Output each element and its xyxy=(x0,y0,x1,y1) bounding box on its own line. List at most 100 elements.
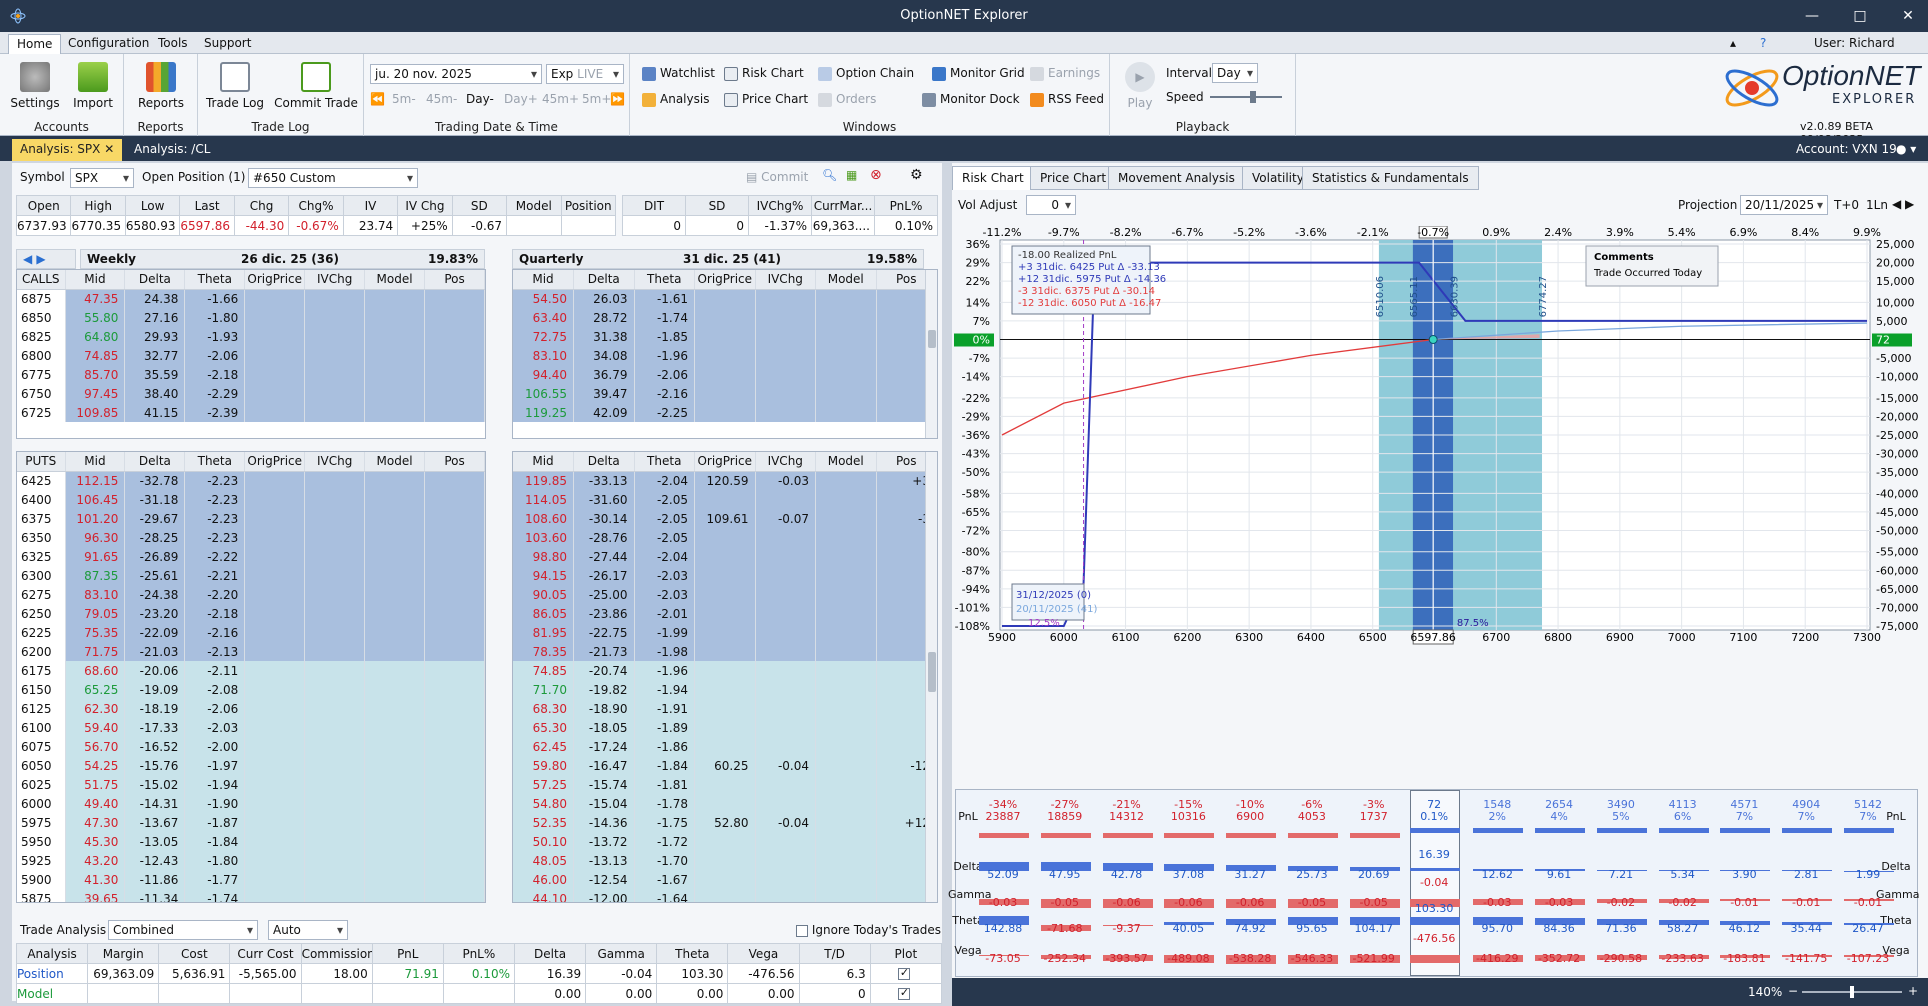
chain-row[interactable]: 6800 74.85 32.77 -2.06 xyxy=(17,346,485,365)
collapse-ribbon-icon[interactable]: ▴ xyxy=(1722,34,1744,54)
menu-configuration[interactable]: Configuration xyxy=(60,34,157,54)
step-5m-back[interactable]: 5m- xyxy=(392,90,416,108)
option-chain-button[interactable]: Option Chain xyxy=(818,64,914,82)
plot-checkbox[interactable] xyxy=(869,963,943,984)
step-5m-forward[interactable]: 5m+ xyxy=(582,90,611,108)
symbol-select[interactable]: SPX xyxy=(70,168,134,188)
step-day-forward[interactable]: Day+ xyxy=(504,90,538,108)
chain-row[interactable]: 46.00 -12.54 -1.67 xyxy=(513,870,937,889)
menu-home[interactable]: Home xyxy=(8,34,62,54)
trade-mode-select[interactable]: Combined xyxy=(108,920,258,940)
chain-row[interactable]: 6125 62.30 -18.19 -2.06 xyxy=(17,699,485,718)
chain-row[interactable]: 59.80 -16.47 -1.84 60.25 -0.04 -12 xyxy=(513,756,937,775)
expiry-live-toggle[interactable]: Exp LIVE xyxy=(546,64,624,84)
chain-row[interactable]: 106.55 39.47 -2.16 xyxy=(513,384,937,403)
quarterly-puts-grid[interactable]: Mid Delta Theta OrigPrice IVChg Model Pos 119.8… xyxy=(512,451,938,903)
puts-scrollbar[interactable] xyxy=(925,452,937,902)
chain-row[interactable]: 6250 79.05 -23.20 -2.18 xyxy=(17,604,485,623)
reports-button[interactable]: Reports xyxy=(132,62,190,110)
close-icon[interactable]: ✕ xyxy=(1888,6,1928,26)
chain-row[interactable]: 6725 109.85 41.15 -2.39 xyxy=(17,403,485,422)
chain-row[interactable]: 6850 55.80 27.16 -1.80 xyxy=(17,308,485,327)
step-back-icon[interactable]: ⏪ xyxy=(370,90,385,108)
chain-row[interactable]: 6050 54.25 -15.76 -1.97 xyxy=(17,756,485,775)
chain-row[interactable]: 6175 68.60 -20.06 -2.11 xyxy=(17,661,485,680)
chain-row[interactable]: 63.40 28.72 -1.74 xyxy=(513,308,937,327)
chain-row[interactable]: 6000 49.40 -14.31 -1.90 xyxy=(17,794,485,813)
chain-row[interactable]: 44.10 -12.00 -1.64 xyxy=(513,889,937,902)
chain-row[interactable]: 5950 45.30 -13.05 -1.84 xyxy=(17,832,485,851)
trade-log-button[interactable]: Trade Log xyxy=(204,62,266,110)
chain-row[interactable]: 6075 56.70 -16.52 -2.00 xyxy=(17,737,485,756)
risk-chart-button[interactable]: Risk Chart xyxy=(724,64,804,82)
step-day-back[interactable]: Day- xyxy=(466,90,494,108)
commit-button[interactable]: ▤ Commit xyxy=(746,170,808,184)
t0-label[interactable]: T+0 xyxy=(1834,198,1859,212)
tab-analysis-spx[interactable]: Analysis: SPX ✕ xyxy=(12,139,123,161)
chain-row[interactable]: 6100 59.40 -17.33 -2.03 xyxy=(17,718,485,737)
watchlist-button[interactable]: Watchlist xyxy=(642,64,715,82)
magnifier-icon[interactable]: 🔍︎ xyxy=(822,168,837,182)
chain-row[interactable]: 72.75 31.38 -1.85 xyxy=(513,327,937,346)
chain-row[interactable]: 103.60 -28.76 -2.05 xyxy=(513,528,937,547)
open-position-select[interactable]: #650 Custom xyxy=(248,168,418,188)
analysis-button[interactable]: Analysis xyxy=(642,90,709,108)
menu-support[interactable]: Support xyxy=(196,34,259,54)
current-price-point[interactable] xyxy=(1428,335,1438,344)
trade-cell[interactable]: Model xyxy=(15,983,89,1004)
earnings-button[interactable]: Earnings xyxy=(1030,64,1100,82)
tab-risk-chart[interactable]: Risk Chart xyxy=(952,166,1034,190)
chain-row[interactable]: 6425 112.15 -32.78 -2.23 xyxy=(17,471,485,490)
tab-movement-analysis[interactable]: Movement Analysis xyxy=(1108,166,1245,190)
step-forward-icon[interactable]: ⏩ xyxy=(610,90,625,108)
chain-row[interactable]: 6275 83.10 -24.38 -2.20 xyxy=(17,585,485,604)
chain-row[interactable]: 6350 96.30 -28.25 -2.23 xyxy=(17,528,485,547)
chain-row[interactable]: 68.30 -18.90 -1.91 xyxy=(513,699,937,718)
chain-row[interactable]: 119.85 -33.13 -2.04 120.59 -0.03 +3 xyxy=(513,471,937,490)
close-tab-icon[interactable]: ✕ xyxy=(104,142,114,156)
monitor-dock-button[interactable]: Monitor Dock xyxy=(922,90,1020,108)
chain-row[interactable]: 6150 65.25 -19.09 -2.08 xyxy=(17,680,485,699)
chain-row[interactable]: 94.15 -26.17 -2.03 xyxy=(513,566,937,585)
chain-row[interactable]: 6825 64.80 29.93 -1.93 xyxy=(17,327,485,346)
risk-chart[interactable]: -11.2% -9.7% -8.2% -6.7% -5.2% -3.6% -2.1% -0.7… xyxy=(952,225,1928,786)
vol-adjust-input[interactable]: 0 xyxy=(1026,195,1076,215)
projection-nav-icons[interactable]: ◀ ▶ xyxy=(1892,197,1914,211)
minimize-icon[interactable]: — xyxy=(1792,6,1832,26)
chain-row[interactable]: 6300 87.35 -25.61 -2.21 xyxy=(17,566,485,585)
tab-price-chart[interactable]: Price Chart xyxy=(1030,166,1117,190)
tab-statistics[interactable]: Statistics & Fundamentals xyxy=(1302,166,1479,190)
chain-row[interactable]: 54.80 -15.04 -1.78 xyxy=(513,794,937,813)
zoom-in-icon[interactable]: + xyxy=(1908,984,1918,998)
chain-row[interactable]: 114.05 -31.60 -2.05 xyxy=(513,490,937,509)
grid-add-icon[interactable]: ▦ xyxy=(846,168,857,182)
step-45m-forward[interactable]: 45m+ xyxy=(542,90,579,108)
chain-row[interactable]: 52.35 -14.36 -1.75 52.80 -0.04 +12 xyxy=(513,813,937,832)
chain-row[interactable]: 54.50 26.03 -1.61 xyxy=(513,289,937,308)
chain-row[interactable]: 6750 97.45 38.40 -2.29 xyxy=(17,384,485,403)
delete-icon[interactable]: ⊗ xyxy=(870,167,882,183)
chain-row[interactable]: 98.80 -27.44 -2.04 xyxy=(513,547,937,566)
auto-select[interactable]: Auto xyxy=(268,920,348,940)
chain-row[interactable]: 5975 47.30 -13.67 -1.87 xyxy=(17,813,485,832)
chain-row[interactable]: 6775 85.70 35.59 -2.18 xyxy=(17,365,485,384)
trade-cell[interactable]: Position xyxy=(15,963,89,984)
commit-trade-button[interactable]: Commit Trade xyxy=(272,62,360,110)
interval-select[interactable]: Day xyxy=(1212,63,1258,83)
chain-row[interactable]: 6400 106.45 -31.18 -2.23 xyxy=(17,490,485,509)
zoom-slider-thumb[interactable] xyxy=(1850,986,1854,998)
price-chart-button[interactable]: Price Chart xyxy=(724,90,808,108)
quarterly-calls-grid[interactable]: Mid Delta Theta OrigPrice IVChg Model Pos 54.50… xyxy=(512,269,938,439)
speed-slider[interactable] xyxy=(1210,88,1282,106)
menu-tools[interactable]: Tools xyxy=(150,34,196,54)
orders-button[interactable]: Orders xyxy=(818,90,876,108)
maximize-icon[interactable]: □ xyxy=(1840,6,1880,26)
chain-row[interactable]: 6325 91.65 -26.89 -2.22 xyxy=(17,547,485,566)
chain-row[interactable]: 6225 75.35 -22.09 -2.16 xyxy=(17,623,485,642)
calls-scrollbar[interactable] xyxy=(925,270,937,438)
zoom-out-icon[interactable]: − xyxy=(1788,984,1798,998)
chain-row[interactable]: 57.25 -15.74 -1.81 xyxy=(513,775,937,794)
chain-row[interactable]: 71.70 -19.82 -1.94 xyxy=(513,680,937,699)
gear-icon[interactable]: ⚙ xyxy=(910,167,923,183)
trading-date-picker[interactable]: ju. 20 nov. 2025 xyxy=(370,64,542,84)
